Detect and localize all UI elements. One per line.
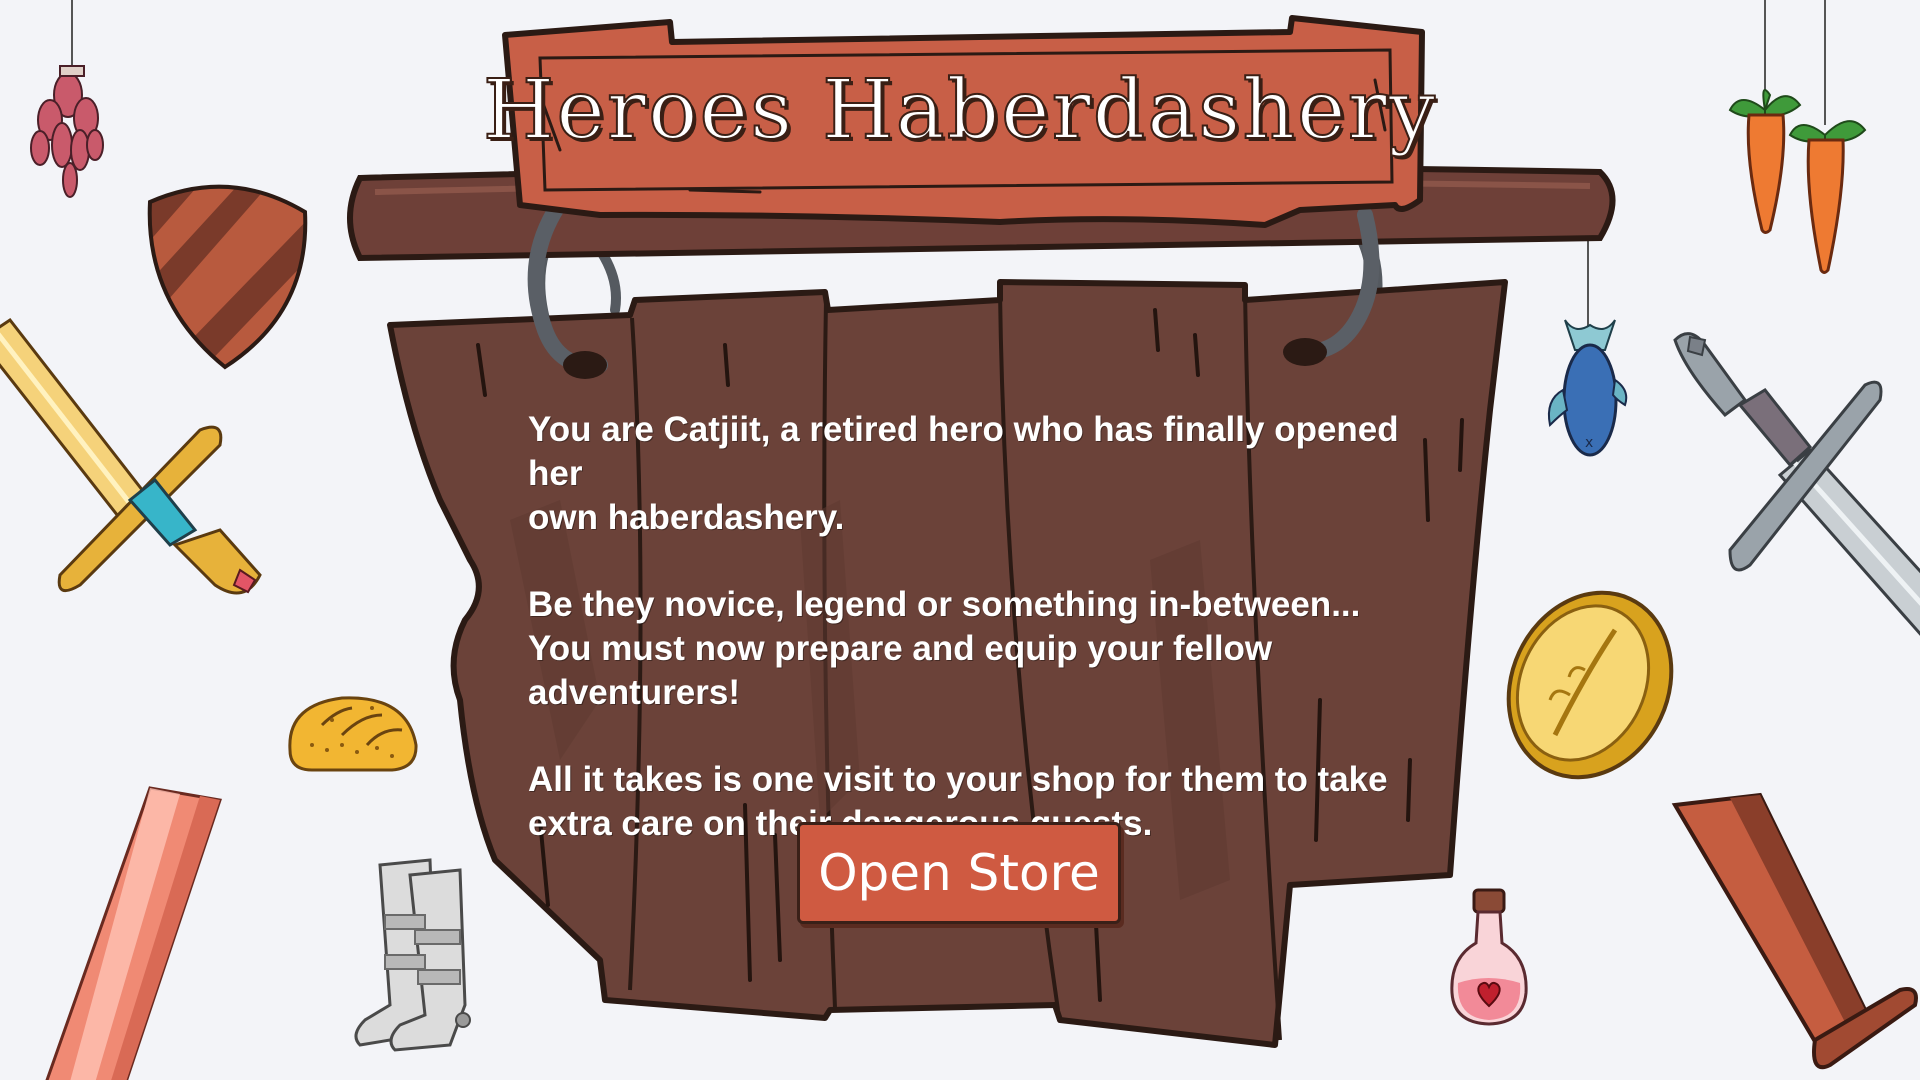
open-store-button[interactable]: Open Store bbox=[797, 822, 1121, 924]
gold-coin-icon bbox=[1495, 585, 1675, 795]
story-text: You are Catjiit, a retired hero who has … bbox=[528, 408, 1448, 889]
dried-herbs-icon bbox=[20, 0, 115, 210]
armored-boots-icon bbox=[350, 855, 490, 1055]
svg-text:x: x bbox=[1585, 435, 1593, 451]
bread-icon bbox=[282, 690, 422, 775]
golden-sword-icon bbox=[0, 317, 285, 660]
steel-sword-icon bbox=[1670, 315, 1920, 645]
health-potion-icon bbox=[1448, 888, 1530, 1028]
wooden-sword-icon bbox=[1670, 790, 1920, 1080]
carrots-icon bbox=[1725, 0, 1875, 280]
fish-icon: x bbox=[1535, 240, 1630, 470]
crystal-sword-icon bbox=[0, 780, 250, 1080]
story-paragraph-1: You are Catjiit, a retired hero who has … bbox=[528, 410, 1399, 537]
game-title: Heroes Haberdashery bbox=[482, 62, 1438, 159]
title-screen: x Heroes Haberdashery You are Catjiit, a… bbox=[0, 0, 1920, 1080]
story-paragraph-2: Be they novice, legend or something in-b… bbox=[528, 585, 1361, 712]
